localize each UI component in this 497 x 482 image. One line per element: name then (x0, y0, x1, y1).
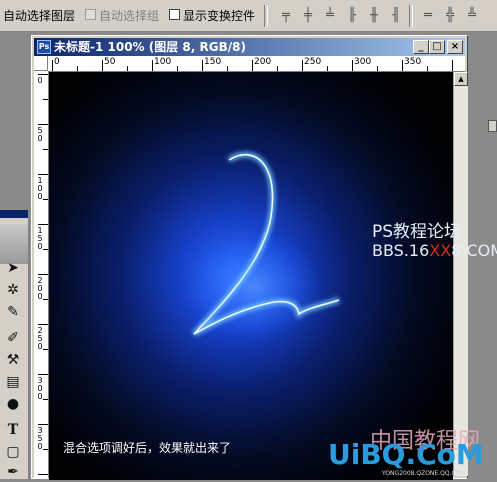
brush-tool-icon[interactable]: ✐ (2, 328, 24, 348)
type-tool-icon[interactable]: T (2, 420, 24, 440)
distribute-top-icon[interactable]: ═ (418, 7, 438, 25)
ruler-label: 5 0 (37, 126, 43, 143)
ruler-label: 250 (304, 57, 322, 67)
glow-artwork (49, 72, 453, 480)
align-vcenter-icon[interactable]: ╪ (298, 7, 318, 25)
watermark-line-1: PS教程论坛 (372, 222, 462, 242)
eyedropper-tool-icon[interactable]: ✎ (2, 302, 24, 322)
move-tool-icon[interactable]: ➤ (2, 258, 24, 278)
maximize-button[interactable]: □ (429, 40, 445, 54)
collapsed-panel-tab[interactable] (488, 120, 497, 132)
align-hcenter-icon[interactable]: ╫ (364, 7, 384, 25)
align-left-icon[interactable]: ╟ (342, 7, 362, 25)
distribute-vcenter-icon[interactable]: ╬ (440, 7, 460, 25)
ruler-label: 1 5 0 (37, 226, 43, 251)
ruler-label: 0 (37, 76, 43, 85)
watermark-part-b: XX (429, 241, 452, 260)
document-title-bar[interactable]: Ps 未标题-1 100% (图层 8, RGB/8) _ □ × (34, 38, 465, 56)
vertical-ruler[interactable]: 0 5 0 1 0 0 1 5 0 2 0 0 2 5 0 3 0 0 3 5 … (34, 71, 49, 478)
watermark-part-c: 8.COM (451, 241, 497, 260)
tools-palette: ➤ ✲ ✎ ✐ ⚒ ▤ ● T ▢ ✒ (0, 210, 29, 482)
distribute-bottom-icon[interactable]: ╩ (462, 7, 482, 25)
history-brush-tool-icon[interactable]: ⚒ (2, 350, 24, 370)
ruler-label: 300 (354, 57, 372, 67)
vertical-scrollbar[interactable]: ▲ (453, 72, 468, 476)
ruler-label: 150 (204, 57, 222, 67)
logo-uibq: UiBQ.CoM (328, 438, 484, 471)
ruler-label: 3 5 0 (37, 426, 43, 451)
ruler-label: 1 0 0 (37, 176, 43, 201)
ruler-label: 200 (254, 57, 272, 67)
ruler-origin[interactable] (34, 56, 48, 71)
watermark-line-2: BBS.16XX8.COM (372, 241, 497, 260)
align-bottom-icon[interactable]: ╧ (320, 7, 340, 25)
toolbar-separator (409, 5, 413, 27)
show-transform-controls-label[interactable]: 显示变换控件 (183, 7, 255, 24)
scroll-up-arrow-icon[interactable]: ▲ (454, 72, 468, 86)
pen-tool-icon[interactable]: ✒ (2, 462, 24, 482)
align-top-icon[interactable]: ╤ (276, 7, 296, 25)
horizontal-ruler[interactable]: 0 50 100 150 200 250 300 350 (48, 56, 465, 72)
photoshop-doc-icon: Ps (37, 40, 51, 54)
tutorial-caption: 混合选项调好后，效果就出来了 (63, 441, 232, 455)
document-title: 未标题-1 100% (图层 8, RGB/8) (54, 40, 246, 54)
close-button[interactable]: × (447, 40, 463, 54)
ruler-label: 350 (404, 57, 422, 67)
auto-select-group-label: 自动选择组 (99, 9, 160, 23)
auto-select-layer-label[interactable]: 自动选择图层 (3, 7, 75, 24)
minimize-button[interactable]: _ (413, 40, 429, 54)
burn-tool-icon[interactable]: ● (2, 394, 24, 414)
ruler-label: 100 (154, 57, 172, 67)
watermark-part-a: BBS.16 (372, 241, 430, 260)
ruler-label: 2 0 0 (37, 276, 43, 301)
logo-url-text: YONG2008.QZONE.QQ.COM (382, 470, 466, 477)
ruler-label: 0 (54, 57, 60, 67)
gradient-tool-icon[interactable]: ▤ (2, 372, 24, 392)
magic-wand-tool-icon[interactable]: ✲ (2, 280, 24, 300)
ruler-label: 2 5 0 (37, 326, 43, 351)
show-transform-controls-checkbox[interactable] (169, 9, 180, 20)
ruler-label: 3 0 0 (37, 376, 43, 401)
align-right-icon[interactable]: ╢ (386, 7, 406, 25)
auto-select-group-checkbox (85, 9, 96, 20)
options-bar: 自动选择图层 自动选择组 显示变换控件 ╤ ╪ ╧ ╟ ╫ ╢ ═ ╬ ╩ (0, 0, 497, 32)
ruler-label: 50 (104, 57, 116, 67)
toolbar-separator (264, 5, 268, 27)
tools-palette-titlebar[interactable] (0, 210, 28, 218)
document-canvas[interactable] (49, 72, 453, 480)
shape-tool-icon[interactable]: ▢ (2, 442, 24, 462)
